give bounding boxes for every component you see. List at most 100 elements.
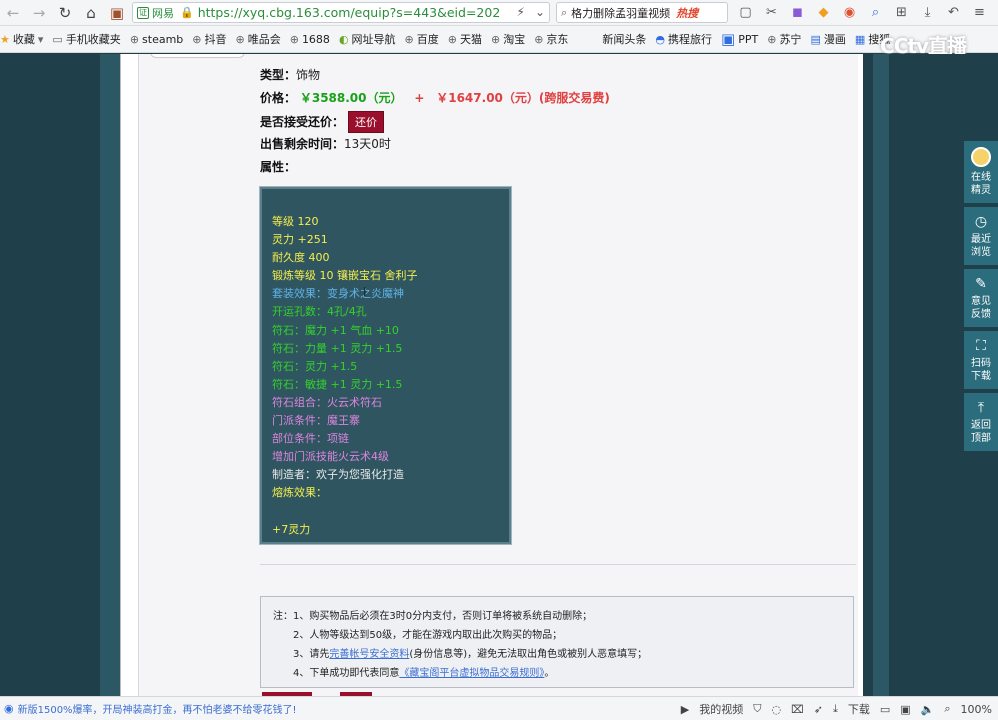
attribute-line: 开运孔数：4孔/4孔 [272, 305, 367, 319]
note-line: 4、下单成功即代表同意《藏宝阁平台虚拟物品交易规则》。 [293, 668, 555, 679]
address-bar[interactable]: 证 网易 🔒 https://xyq.cbg.163.com/equip?s=4… [132, 2, 550, 23]
window-icon[interactable]: ▭ [880, 703, 890, 716]
chevron-down-icon: ▾ [37, 32, 44, 46]
bookmark-item[interactable]: ⊕ 淘宝 [491, 31, 525, 47]
star-icon: ★ [0, 32, 10, 46]
browser-toolbar: ← → ↻ ⌂ ▣ 证 网易 🔒 https://xyq.cbg.163.com… [0, 0, 998, 26]
globe-icon: ⊕ [490, 32, 501, 46]
attribute-line: 符石：力量 +1 灵力 +1.5 [272, 341, 403, 355]
zoom-icon[interactable]: ⌕ [944, 702, 950, 716]
zoom-level[interactable]: 100% [961, 703, 992, 716]
my-video-link[interactable]: 我的视频 [699, 701, 743, 717]
type-value: 饰物 [296, 68, 321, 82]
bookmark-item[interactable]: ⊕ 百度 [405, 31, 439, 47]
price-row: 价格： ￥3588.00（元） + ￥1647.00（元）(跨服交易费) [260, 91, 610, 105]
menu-icon[interactable]: ≡ [970, 3, 989, 22]
bookmark-item[interactable]: ⊕ 1688 [290, 33, 330, 46]
type-row: 类型：饰物 [260, 68, 321, 82]
page-side-stripe [100, 54, 120, 696]
bookmark-item[interactable]: ▣ PPT [721, 30, 758, 48]
attribute-line: +7灵力 [272, 522, 311, 536]
news-ticker[interactable]: ◉ 新版1500%爆率，开局神装高打金，再不怕老婆不给零花钱了! [0, 701, 297, 716]
back-icon[interactable]: ← [0, 1, 26, 25]
attribute-line: 制造者：欢子为您强化打造 [272, 468, 404, 482]
attribute-line [272, 503, 499, 521]
account-security-link[interactable]: 完善帐号安全资料 [329, 649, 409, 660]
extension-icon[interactable]: ◼ [788, 3, 807, 22]
game-icon[interactable]: ◉ [840, 3, 859, 22]
video-icon[interactable]: ▶ [681, 703, 689, 716]
attribute-line: 符石组合：火云术符石 [272, 395, 382, 409]
edit-icon: ✎ [975, 276, 987, 292]
speed-icon[interactable]: ➶ [814, 703, 823, 716]
dropdown-icon[interactable]: ⌄ [535, 5, 545, 19]
cleanup-icon[interactable]: ⌧ [791, 703, 804, 716]
apps-icon[interactable]: ⊞ [892, 3, 911, 22]
purchase-notes: 注：1、购买物品后必须在3时0分内支付，否则订单将被系统自动删除； 2、人物等级… [260, 596, 854, 688]
bookmark-item[interactable]: 新闻头条 [602, 31, 646, 47]
recent-views-button[interactable]: ◷ 最近 浏览 [964, 207, 998, 265]
bookmarks-bar: ★ 收藏 ▾ ▭ 手机收藏夹 ⊕ steamb ⊕ 抖音 ⊕ 唯品会 ⊕ 1688 ◐ 网址导航… [0, 26, 998, 53]
bookmark-item[interactable]: ⊕ 唯品会 [236, 31, 281, 47]
attribute-line: 套装效果：变身术之炎魔神 [272, 287, 404, 301]
counter-offer-button[interactable]: 还价 [348, 111, 385, 133]
hot-search-badge[interactable]: 热搜 [676, 5, 698, 21]
pip-icon[interactable]: ▣ [900, 703, 910, 716]
bookmark-item[interactable]: ▤ 漫画 [810, 31, 845, 47]
online-helper-button[interactable]: 在线 精灵 [964, 141, 998, 203]
attribute-line: 耐久度 400 [272, 251, 330, 265]
bookmark-item[interactable]: ⊕ 京东 [534, 31, 568, 47]
price-plus: + [414, 91, 425, 105]
home-icon[interactable]: ⌂ [78, 1, 104, 25]
bookmark-item[interactable]: ⊕ 天猫 [448, 31, 482, 47]
bookmark-item[interactable]: ★ 收藏 ▾ [0, 31, 43, 47]
attribute-line: 等级 120 [272, 215, 319, 228]
reload-icon[interactable]: ↻ [52, 1, 78, 25]
comic-icon: ▤ [810, 32, 821, 46]
download-icon[interactable]: ⤓ [918, 3, 937, 22]
bookmark-item[interactable]: ◓ 携程旅行 [655, 31, 712, 47]
download-link[interactable]: 下载 [848, 701, 870, 717]
globe-icon: ⊕ [192, 32, 202, 46]
forward-icon[interactable]: → [26, 1, 52, 25]
url-text[interactable]: https://xyq.cbg.163.com/equip?s=443&eid=… [198, 5, 501, 20]
globe-icon: ⊕ [235, 32, 245, 46]
search-text[interactable]: 格力删除孟羽童视频 [571, 5, 670, 21]
bookmark-item[interactable]: ▭ 手机收藏夹 [52, 31, 120, 47]
lock-icon: 🔒 [180, 6, 194, 19]
page-side-stripe [873, 54, 889, 696]
feedback-button[interactable]: ✎ 意见 反馈 [964, 269, 998, 327]
scissors-icon[interactable]: ✂ [762, 3, 781, 22]
lightning-icon[interactable]: ⚡ [517, 5, 525, 19]
find-icon[interactable]: ⌕ [866, 3, 885, 22]
bookmark-item[interactable]: ⊕ 抖音 [192, 31, 226, 47]
sound-icon[interactable]: 🔈 [921, 703, 935, 716]
scan-download-button[interactable]: ⛶ 扫码 下载 [964, 331, 998, 389]
attribute-line: 部位条件：项链 [272, 432, 349, 446]
bookmark-item[interactable]: ◐ 网址导航 [339, 31, 396, 47]
download-status-icon[interactable]: ⤓ [833, 702, 838, 716]
chat-icon[interactable]: ◌ [771, 703, 781, 716]
attributes-list: 等级 120 灵力 +251 耐久度 400 锻炼等级 10 镶嵌宝石 舍利子 套装效果… [272, 213, 499, 539]
price-value: ￥3588.00（元） [299, 91, 403, 105]
globe-icon: ⊕ [447, 32, 457, 46]
bookmark-item[interactable]: ⊕ steamb [130, 33, 183, 46]
attribute-line: 熔炼效果： [272, 486, 327, 500]
remaining-time-value: 13天0时 [344, 137, 391, 151]
screenshot-icon[interactable]: ▢ [736, 3, 755, 22]
undo-icon[interactable]: ↶ [944, 3, 963, 22]
wallet-icon[interactable]: ▣ [104, 1, 130, 25]
sohu-icon: ▦ [854, 32, 866, 46]
search-box[interactable]: ⌕ 格力删除孟羽童视频 热搜 [556, 2, 728, 23]
shield-icon[interactable]: ◆ [814, 3, 833, 22]
note-line: 2、人物等级达到50级，才能在游戏内取出此次购买的物品； [293, 630, 563, 641]
note-line: 3、请先完善帐号安全资料(身份信息等)，避免无法取出角色或被别人恶意填写； [293, 649, 648, 660]
back-to-top-button[interactable]: ⤒ 返回 顶部 [964, 393, 998, 451]
globe-icon: ⊕ [289, 32, 299, 46]
site-identity-chip[interactable]: 证 网易 [137, 5, 174, 21]
status-bar: ◉ 新版1500%爆率，开局神装高打金，再不怕老婆不给零花钱了! ▶ 我的视频 … [0, 696, 998, 720]
attributes-heading: 属性： [260, 160, 297, 174]
shield-icon[interactable]: ⛉ [753, 702, 761, 716]
trade-rules-link[interactable]: 《藏宝阁平台虚拟物品交易规则》 [399, 668, 544, 679]
bookmark-item[interactable]: ⊕ 苏宁 [767, 31, 801, 47]
